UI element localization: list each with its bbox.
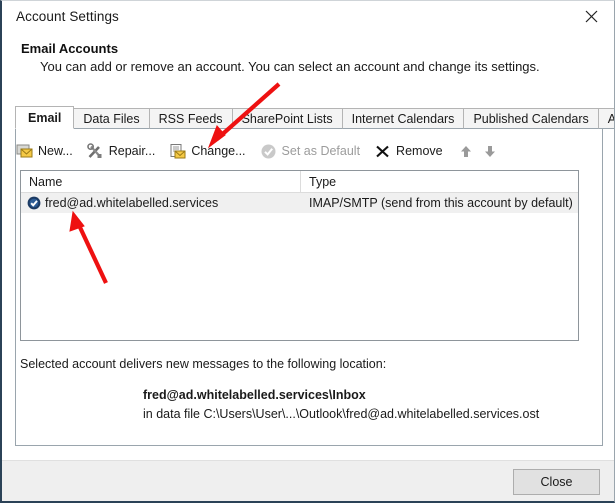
new-button[interactable]: New... bbox=[16, 139, 73, 163]
table-row[interactable]: fred@ad.whitelabelled.services IMAP/SMTP… bbox=[21, 193, 578, 213]
tab-label: Address Books bbox=[608, 112, 614, 126]
change-button[interactable]: Change... bbox=[169, 139, 246, 163]
change-account-icon bbox=[169, 143, 186, 160]
arrow-down-icon[interactable] bbox=[481, 140, 499, 162]
tab-label: SharePoint Lists bbox=[241, 111, 333, 126]
close-x-icon[interactable] bbox=[569, 1, 614, 31]
tab-sharepoint-lists[interactable]: SharePoint Lists bbox=[231, 108, 343, 129]
repair-button[interactable]: Repair... bbox=[86, 139, 156, 163]
footer-bar: Close bbox=[2, 460, 614, 501]
column-header-name[interactable]: Name bbox=[21, 171, 301, 192]
tab-address-books[interactable]: Address Books bbox=[597, 108, 614, 129]
repair-button-label: Repair... bbox=[108, 143, 156, 158]
new-mail-icon bbox=[16, 143, 33, 160]
delivery-location-label: Selected account delivers new messages t… bbox=[20, 357, 387, 371]
repair-tools-icon bbox=[86, 142, 104, 160]
x-mark-icon bbox=[374, 143, 391, 160]
account-name-text: fred@ad.whitelabelled.services bbox=[45, 196, 219, 210]
tab-label: Email bbox=[28, 110, 62, 125]
delivery-data-file-path: in data file C:\Users\User\...\Outlook\f… bbox=[143, 407, 540, 421]
tab-internet-calendars[interactable]: Internet Calendars bbox=[341, 108, 465, 129]
tab-data-files[interactable]: Data Files bbox=[73, 108, 150, 129]
check-circle-icon bbox=[260, 143, 277, 160]
new-button-label: New... bbox=[38, 143, 73, 158]
column-header-type[interactable]: Type bbox=[301, 171, 578, 192]
arrow-up-icon[interactable] bbox=[457, 140, 475, 162]
set-as-default-label: Set as Default bbox=[281, 143, 361, 158]
tab-strip: Email Data Files RSS Feeds SharePoint Li… bbox=[15, 106, 614, 129]
change-button-label: Change... bbox=[191, 143, 246, 158]
window-title: Account Settings bbox=[16, 9, 119, 24]
close-button[interactable]: Close bbox=[513, 469, 600, 495]
tab-email[interactable]: Email bbox=[15, 106, 75, 129]
title-bar: Account Settings bbox=[2, 1, 614, 33]
tab-rss-feeds[interactable]: RSS Feeds bbox=[148, 108, 233, 129]
list-header-row: Name Type bbox=[21, 171, 578, 193]
page-title: Email Accounts bbox=[21, 41, 119, 56]
account-settings-window: Account Settings Email Accounts You can … bbox=[0, 0, 615, 503]
account-type-cell: IMAP/SMTP (send from this account by def… bbox=[309, 196, 573, 210]
account-toolbar: New... Repair... Change... Set as Defaul… bbox=[16, 139, 505, 163]
tab-label: Internet Calendars bbox=[351, 111, 455, 126]
set-as-default-button[interactable]: Set as Default bbox=[260, 139, 361, 163]
remove-button-label: Remove bbox=[396, 143, 443, 158]
tab-label: RSS Feeds bbox=[158, 111, 223, 126]
account-name-cell: fred@ad.whitelabelled.services bbox=[21, 196, 301, 210]
tab-label: Published Calendars bbox=[473, 111, 589, 126]
delivery-location-path: fred@ad.whitelabelled.services\Inbox bbox=[143, 388, 366, 402]
page-description: You can add or remove an account. You ca… bbox=[40, 59, 540, 74]
tab-published-calendars[interactable]: Published Calendars bbox=[463, 108, 599, 129]
account-check-icon bbox=[27, 196, 41, 210]
account-list[interactable]: Name Type fred@ad.whitelabelled.services… bbox=[20, 170, 579, 341]
remove-button[interactable]: Remove bbox=[374, 139, 443, 163]
tab-label: Data Files bbox=[83, 111, 140, 126]
